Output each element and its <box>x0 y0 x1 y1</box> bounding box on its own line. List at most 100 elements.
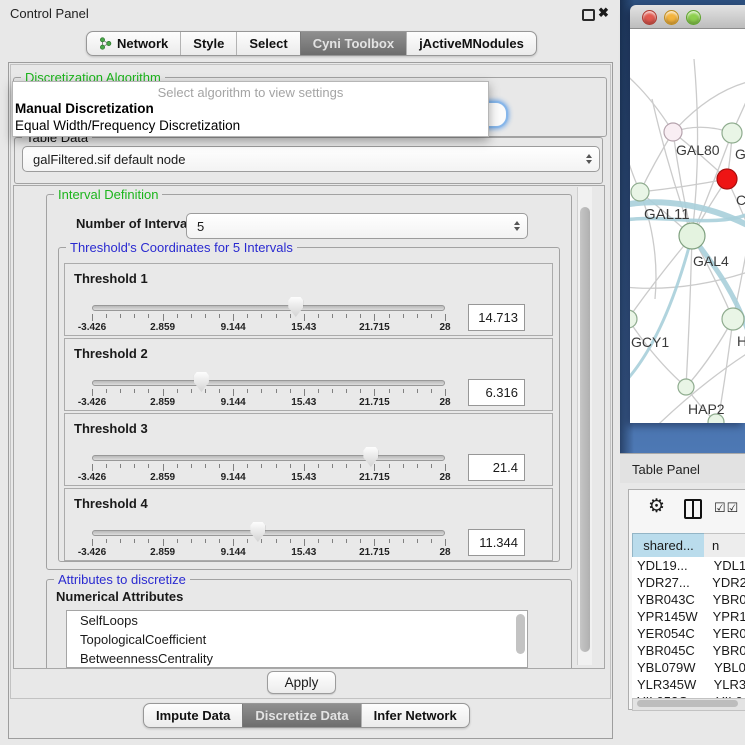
column-header-name[interactable]: n <box>704 533 745 558</box>
select-columns-icon[interactable]: ☑☑ <box>714 500 739 516</box>
threshold-slider: -3.4262.8599.14415.4321.71528 <box>92 447 445 485</box>
node-HAP2[interactable] <box>678 379 694 395</box>
cell-name: YDL1 <box>706 557 745 574</box>
table-data-combobox[interactable]: galFiltered.sif default node <box>22 146 600 172</box>
node-GCY1[interactable] <box>630 310 637 328</box>
popup-placeholder-item: Select algorithm to view settings <box>13 85 488 100</box>
network-canvas[interactable]: GAL80GACGAL11GAL4GCY1HHAP2 <box>630 29 745 423</box>
table-row[interactable]: YPR145WYPR1 <box>632 608 745 625</box>
node-red-selected[interactable] <box>717 169 737 189</box>
threshold-label: Threshold 2 <box>74 346 148 361</box>
tab-network[interactable]: Network <box>87 32 180 55</box>
table-row[interactable]: YLR345WYLR3 <box>632 676 745 693</box>
tick-label: -3.426 <box>78 322 106 333</box>
number-of-intervals-combobox[interactable]: 5 <box>186 213 528 239</box>
network-edge <box>630 236 692 319</box>
attribute-list-item[interactable]: SelfLoops <box>67 611 527 630</box>
node-GAL4[interactable] <box>679 223 705 249</box>
table-row[interactable]: YER054CYER0 <box>632 625 745 642</box>
thresholds-group-title: Threshold's Coordinates for 5 Intervals <box>66 240 297 255</box>
slider-track[interactable] <box>92 455 445 461</box>
tick-label: 28 <box>439 397 450 408</box>
vertical-scrollbar-thumb[interactable] <box>580 207 590 652</box>
number-of-intervals-value: 5 <box>197 219 204 234</box>
vertical-scrollbar[interactable] <box>577 187 592 665</box>
table-horizontal-scrollbar[interactable] <box>632 698 745 711</box>
stepper-arrows-icon <box>586 154 592 164</box>
attribute-list-item[interactable]: BetweennessCentrality <box>67 649 527 668</box>
tick-label: 15.43 <box>291 322 316 333</box>
number-of-intervals-label: Number of Intervals <box>76 216 198 231</box>
tick-label: 21.715 <box>359 397 390 408</box>
popup-item-manual-discretization[interactable]: Manual Discretization <box>15 101 154 116</box>
node-GAL11[interactable] <box>631 183 649 201</box>
tick-label: 2.859 <box>150 547 175 558</box>
numerical-attributes-list[interactable]: SelfLoopsTopologicalCoefficientBetweenne… <box>66 610 528 668</box>
close-traffic-light-icon[interactable] <box>642 10 657 25</box>
tab-impute-data[interactable]: Impute Data <box>144 704 242 727</box>
cell-shared-name: YDR27... <box>632 574 704 591</box>
tick-label: 15.43 <box>291 547 316 558</box>
threshold-value-field[interactable]: 11.344 <box>468 529 525 556</box>
tab-jactivemnodules[interactable]: jActiveMNodules <box>406 32 536 55</box>
slider-track[interactable] <box>92 305 445 311</box>
close-icon[interactable]: ✖ <box>598 5 609 21</box>
cyni-bottom-tabs: Impute Data Discretize Data Infer Networ… <box>143 703 470 728</box>
slider-ticks <box>92 314 445 322</box>
network-node-label: C <box>736 192 745 208</box>
numerical-attributes-label: Numerical Attributes <box>56 589 183 604</box>
tab-infer-network[interactable]: Infer Network <box>361 704 469 727</box>
stepper-arrows-icon <box>514 221 520 231</box>
table-row[interactable]: YDR27...YDR2 <box>632 574 745 591</box>
table-row[interactable]: YDL19...YDL1 <box>632 557 745 574</box>
attribute-list-item[interactable]: TopologicalCoefficient <box>67 630 527 649</box>
table-row[interactable]: YBR043CYBR0 <box>632 591 745 608</box>
node-GAL80[interactable] <box>664 123 682 141</box>
popup-item-equal-width-frequency[interactable]: Equal Width/Frequency Discretization <box>15 118 240 133</box>
slider-ticks <box>92 464 445 472</box>
apply-button[interactable]: Apply <box>267 671 336 694</box>
table-horizontal-scrollbar-thumb[interactable] <box>637 700 738 707</box>
tick-label: 9.144 <box>221 472 246 483</box>
network-node-label: HAP2 <box>688 401 725 417</box>
tick-label: 9.144 <box>221 397 246 408</box>
tick-label: 21.715 <box>359 472 390 483</box>
table-row[interactable]: YBL079WYBL0 <box>632 659 745 676</box>
tab-style[interactable]: Style <box>180 32 236 55</box>
tick-label: 15.43 <box>291 472 316 483</box>
cell-name: YBR0 <box>705 642 745 659</box>
minimize-traffic-light-icon[interactable] <box>664 10 679 25</box>
tick-label: 9.144 <box>221 322 246 333</box>
control-panel-tabs: Network Style Select Cyni Toolbox jActiv… <box>86 31 537 56</box>
tick-label: -3.426 <box>78 472 106 483</box>
table-row[interactable]: YBR045CYBR0 <box>632 642 745 659</box>
tick-label: 9.144 <box>221 547 246 558</box>
network-window-titlebar[interactable] <box>630 5 745 29</box>
float-window-icon[interactable] <box>582 9 595 21</box>
slider-ticks <box>92 389 445 397</box>
tick-label: -3.426 <box>78 397 106 408</box>
list-scrollbar-thumb[interactable] <box>516 614 525 654</box>
threshold-value-field[interactable]: 21.4 <box>468 454 525 481</box>
zoom-traffic-light-icon[interactable] <box>686 10 701 25</box>
threshold-panel-4: Threshold 411.344-3.4262.8599.14415.4321… <box>64 488 553 561</box>
tab-cyni-toolbox[interactable]: Cyni Toolbox <box>300 32 406 55</box>
network-view-window: GAL80GACGAL11GAL4GCY1HHAP2 <box>630 5 745 423</box>
cell-name: YLR3 <box>706 676 745 693</box>
cell-shared-name: YDL19... <box>632 557 706 574</box>
node-unlabeled-top[interactable] <box>722 123 742 143</box>
column-header-shared[interactable]: shared... <box>632 533 705 558</box>
threshold-value-field[interactable]: 14.713 <box>468 304 525 331</box>
node-H[interactable] <box>722 308 744 330</box>
network-node-label: GA <box>735 146 745 162</box>
slider-track[interactable] <box>92 530 445 536</box>
slider-track[interactable] <box>92 380 445 386</box>
threshold-label: Threshold 1 <box>74 271 148 286</box>
gear-icon[interactable]: ⚙ <box>648 497 665 516</box>
cell-name: YER0 <box>705 625 745 642</box>
threshold-value-field[interactable]: 6.316 <box>468 379 525 406</box>
column-layout-icon[interactable] <box>684 499 702 519</box>
network-icon <box>99 37 112 50</box>
tab-discretize-data[interactable]: Discretize Data <box>242 704 360 727</box>
tab-select[interactable]: Select <box>236 32 299 55</box>
